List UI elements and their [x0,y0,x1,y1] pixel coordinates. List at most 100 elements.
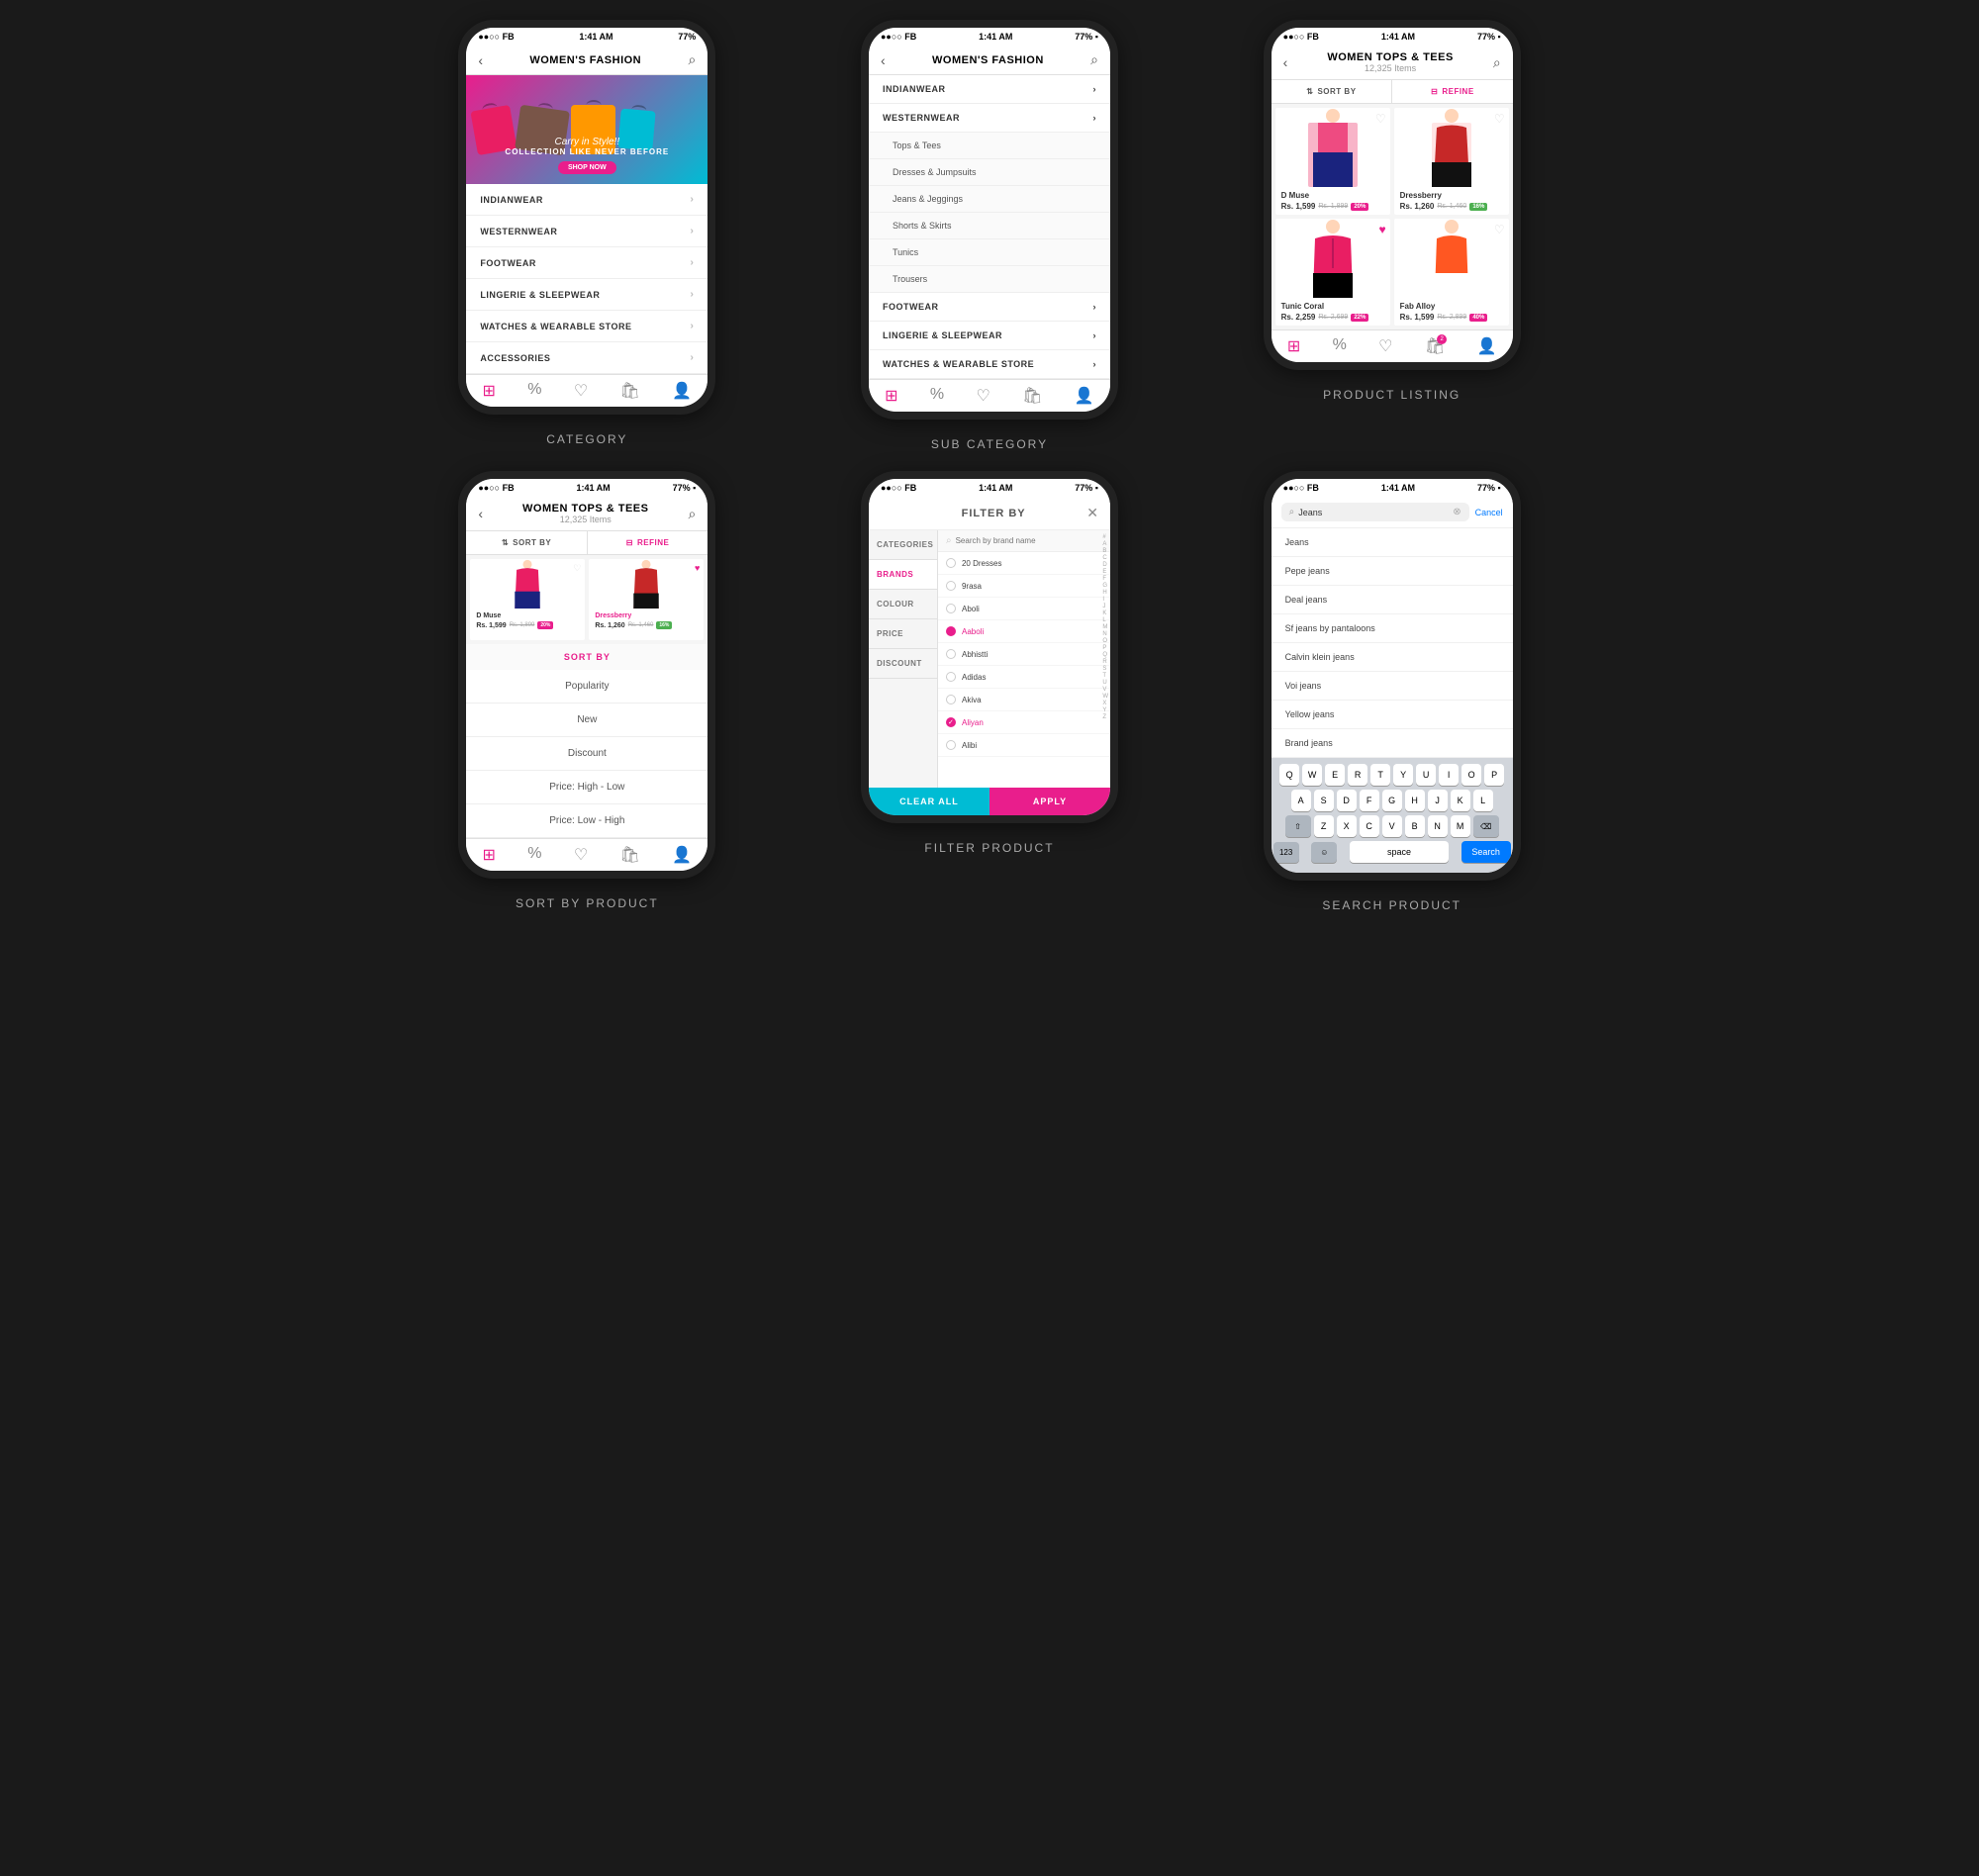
tab-offers-sub[interactable]: % [930,386,944,406]
filter-tab-colour[interactable]: COLOUR [869,590,937,619]
tab-home-sub[interactable]: ⊞ [885,386,897,406]
brand-aaboli[interactable]: ✓ Aaboli [938,620,1110,643]
alpha-c[interactable]: C [1102,555,1108,561]
refine-btn-sortby[interactable]: ⊟ REFINE [587,531,708,554]
sort-button[interactable]: ⇅ SORT BY [1272,80,1392,103]
alpha-a[interactable]: A [1102,541,1108,547]
sort-popularity[interactable]: Popularity [466,670,707,704]
search-icon-category[interactable]: ⌕ [688,51,696,68]
alpha-v[interactable]: V [1102,687,1108,693]
kb-d[interactable]: D [1337,790,1357,811]
search-icon-listing[interactable]: ⌕ [1493,54,1501,71]
brand-9rasa[interactable]: 9rasa [938,575,1110,598]
filter-tab-brands[interactable]: BRANDS [869,560,937,590]
alpha-u[interactable]: U [1102,680,1108,686]
sort-new[interactable]: New [466,704,707,737]
suggestion-deal[interactable]: Deal jeans [1272,586,1513,614]
cancel-search-button[interactable]: Cancel [1475,508,1503,517]
brand-aboli[interactable]: Aboli [938,598,1110,620]
kb-n[interactable]: N [1428,815,1448,837]
tab-home-category[interactable]: ⊞ [483,381,496,401]
subcat-footwear[interactable]: FOOTWEAR › [869,293,1110,322]
kb-l[interactable]: L [1473,790,1493,811]
subcat-tunics[interactable]: Tunics [869,239,1110,266]
filter-tab-categories[interactable]: CATEGORIES [869,530,937,560]
alpha-q[interactable]: Q [1102,652,1108,658]
kb-e[interactable]: E [1325,764,1345,786]
subcat-trousers[interactable]: Trousers [869,266,1110,293]
heart-icon-dmuse[interactable]: ♡ [1375,112,1386,126]
category-item-indianwear[interactable]: INDIANWEAR › [466,184,707,216]
subcat-westernwear[interactable]: WESTERNWEAR › [869,104,1110,133]
brand-20dresses[interactable]: 20 Dresses [938,552,1110,575]
kb-x[interactable]: X [1337,815,1357,837]
alpha-d[interactable]: D [1102,562,1108,568]
kb-m[interactable]: M [1451,815,1470,837]
kb-f[interactable]: F [1360,790,1379,811]
category-item-watches[interactable]: WATCHES & WEARABLE STORE › [466,311,707,342]
category-item-footwear[interactable]: FOOTWEAR › [466,247,707,279]
alpha-i[interactable]: I [1102,597,1108,603]
subcat-jeans[interactable]: Jeans & Jeggings [869,186,1110,213]
kb-space[interactable]: space [1350,841,1449,863]
search-icon-sortby[interactable]: ⌕ [688,506,696,522]
alpha-o[interactable]: O [1102,638,1108,644]
tab-offers-listing[interactable]: % [1333,336,1347,356]
clear-all-button[interactable]: CLEAR ALL [869,788,990,815]
kb-b[interactable]: B [1405,815,1425,837]
brand-abhistti[interactable]: Abhistti [938,643,1110,666]
tab-cart-listing[interactable]: 🛍2 [1425,336,1445,356]
refine-button[interactable]: ⊟ REFINE [1391,80,1513,103]
tab-home-listing[interactable]: ⊞ [1287,336,1300,356]
close-icon-filter[interactable]: ✕ [1086,505,1098,521]
suggestion-jeans[interactable]: Jeans [1272,528,1513,557]
heart-icon-dressberry[interactable]: ♡ [1494,112,1505,126]
alpha-b[interactable]: B [1102,548,1108,554]
alpha-z[interactable]: Z [1102,714,1108,720]
kb-emoji[interactable]: ☺ [1311,842,1337,863]
search-input[interactable] [1298,508,1449,517]
kb-t[interactable]: T [1370,764,1390,786]
tab-cart-sub[interactable]: 🛍 [1022,386,1042,406]
subcat-lingerie[interactable]: LINGERIE & SLEEPWEAR › [869,322,1110,350]
tab-home-sortby[interactable]: ⊞ [483,845,496,865]
clear-search-icon[interactable]: ⊗ [1453,507,1461,517]
suggestion-pepe[interactable]: Pepe jeans [1272,557,1513,586]
tab-profile-sortby[interactable]: 👤 [672,845,692,865]
search-icon-subcategory[interactable]: ⌕ [1090,51,1098,68]
subcat-indianwear[interactable]: INDIANWEAR › [869,75,1110,104]
heart-mini-dmuse[interactable]: ♡ [573,563,581,574]
kb-v[interactable]: V [1382,815,1402,837]
heart-icon-fabally[interactable]: ♡ [1494,223,1505,236]
filter-tab-price[interactable]: PRICE [869,619,937,649]
kb-y[interactable]: Y [1393,764,1413,786]
kb-s[interactable]: S [1314,790,1334,811]
filter-tab-discount[interactable]: DISCOUNT [869,649,937,679]
sort-btn-sortby[interactable]: ⇅ SORT BY [466,531,587,554]
apply-button[interactable]: APPLY [990,788,1110,815]
alpha-e[interactable]: E [1102,569,1108,575]
tab-wishlist-sortby[interactable]: ♡ [574,845,588,865]
kb-k[interactable]: K [1451,790,1470,811]
kb-shift[interactable]: ⇧ [1285,815,1311,837]
subcat-shorts[interactable]: Shorts & Skirts [869,213,1110,239]
kb-q[interactable]: Q [1279,764,1299,786]
category-item-accessories[interactable]: ACCESSORIES › [466,342,707,374]
sort-price-high-low[interactable]: Price: High - Low [466,771,707,804]
subcat-tops[interactable]: Tops & Tees [869,133,1110,159]
tab-wishlist-listing[interactable]: ♡ [1378,336,1392,356]
kb-i[interactable]: I [1439,764,1459,786]
kb-o[interactable]: O [1461,764,1481,786]
alpha-t[interactable]: T [1102,673,1108,679]
suggestion-calvin[interactable]: Calvin klein jeans [1272,643,1513,672]
kb-g[interactable]: G [1382,790,1402,811]
brand-alibi[interactable]: Alibi [938,734,1110,757]
suggestion-yellow[interactable]: Yellow jeans [1272,701,1513,729]
alpha-m[interactable]: M [1102,624,1108,630]
brand-akiva[interactable]: Akiva [938,689,1110,711]
alpha-hash[interactable]: # [1102,534,1108,540]
alpha-n[interactable]: N [1102,631,1108,637]
product-card-tunic[interactable]: ♥ Tunic Coral Rs. 2,259 Rs. 2,699 22% [1275,219,1390,326]
tab-profile-category[interactable]: 👤 [672,381,692,401]
tab-profile-sub[interactable]: 👤 [1075,386,1094,406]
